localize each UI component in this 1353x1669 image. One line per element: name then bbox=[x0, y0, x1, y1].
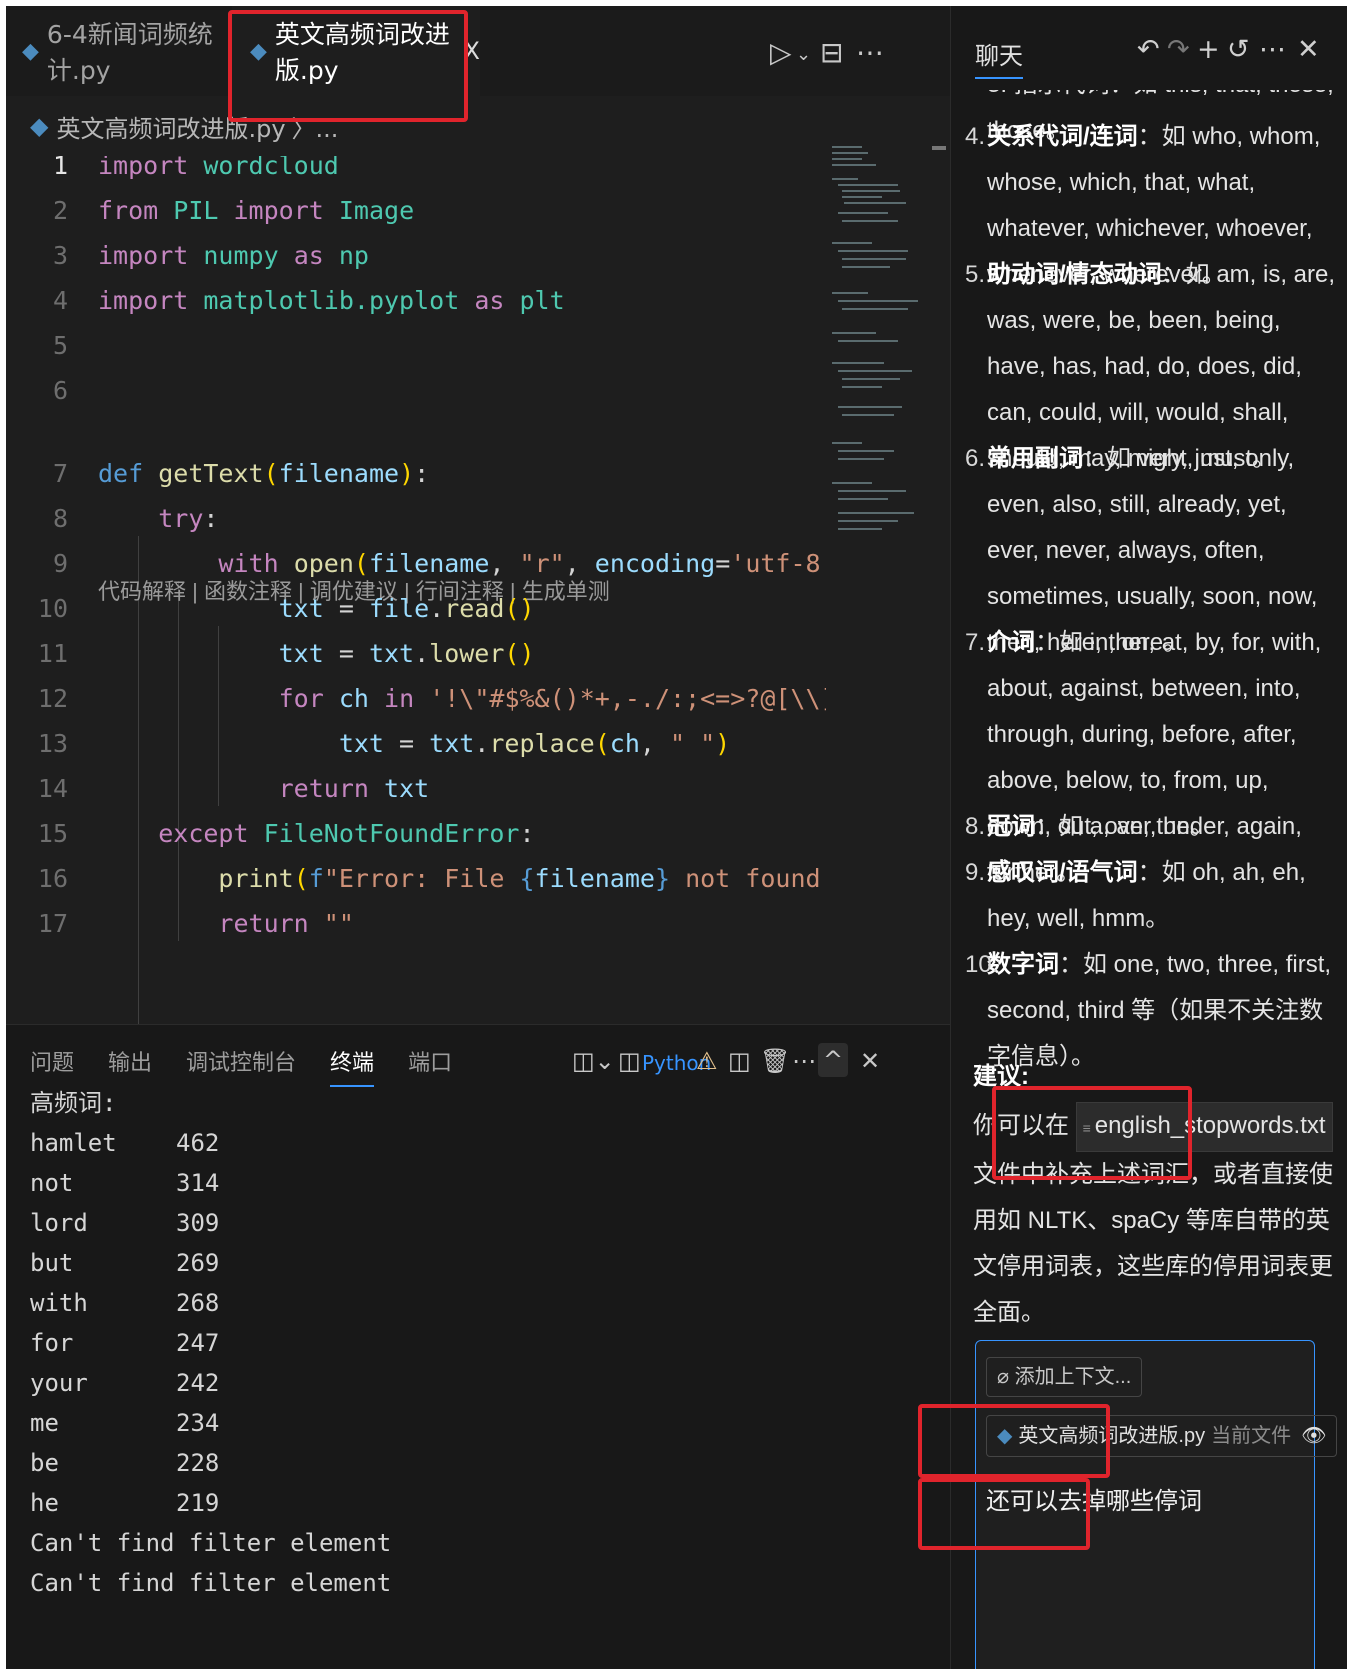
chevron-down-icon[interactable]: ⌄ bbox=[796, 44, 811, 65]
python-file-icon: ◆ bbox=[250, 38, 267, 64]
list-item: 10. 数字词：如 one, two, three, first, second,… bbox=[965, 951, 1332, 1070]
terminal-icon[interactable]: ◫ bbox=[618, 1047, 641, 1075]
more-actions-icon[interactable]: ⋯ bbox=[1259, 34, 1286, 65]
terminal-header: 高频词: bbox=[30, 1089, 117, 1117]
tab-news-wordfreq[interactable]: ◆ 6-4新闻词频统计.py bbox=[22, 6, 232, 96]
list-item: 9. 感叹词/语气词：如 oh, ah, eh, hey, well, hmm。 bbox=[965, 859, 1306, 932]
undo-icon[interactable]: ↶ bbox=[1137, 34, 1160, 65]
run-icon[interactable]: ▷ bbox=[770, 36, 792, 69]
chat-title[interactable]: 聊天 bbox=[975, 36, 1023, 79]
new-chat-icon[interactable]: + bbox=[1197, 34, 1220, 65]
split-terminal-icon[interactable]: ◫ bbox=[728, 1047, 751, 1075]
code-editor[interactable]: 1 import wordcloud 2 from PIL import Image… bbox=[6, 156, 826, 1024]
eye-icon[interactable]: 👁 bbox=[1301, 1425, 1326, 1447]
close-chat-icon[interactable]: ✕ bbox=[1297, 34, 1320, 65]
chat-input-text[interactable]: 还可以去掉哪些停词 bbox=[986, 1481, 1202, 1516]
maximize-panel-icon[interactable]: ^ bbox=[818, 1043, 848, 1077]
trash-icon[interactable]: 🗑 bbox=[760, 1047, 790, 1075]
tab-problems[interactable]: 问题 bbox=[30, 1045, 74, 1087]
more-actions-icon[interactable]: ⋯ bbox=[792, 1047, 816, 1075]
close-tab-icon[interactable]: X bbox=[464, 37, 480, 65]
split-editor-icon[interactable]: ⊟ bbox=[820, 36, 843, 69]
python-file-icon: ◆ bbox=[997, 1425, 1013, 1447]
current-file-chip[interactable]: ◆ 英文高频词改进版.py 当前文件 👁 bbox=[986, 1415, 1338, 1457]
terminal-error: Can't find filter element bbox=[30, 1529, 392, 1557]
new-terminal-icon[interactable]: ◫⌄ bbox=[572, 1047, 615, 1075]
file-reference-chip[interactable]: ≡ english_stopwords.txt bbox=[1075, 1102, 1333, 1152]
editor-area: ◆ 6-4新闻词频统计.py ◆ 英文高频词改进版.py X ▷ ⌄ ⊟ ⋯ ◆… bbox=[6, 6, 950, 1024]
tab-terminal[interactable]: 终端 bbox=[330, 1045, 375, 1087]
python-file-icon: ◆ bbox=[22, 38, 39, 64]
tab-english-highfreq[interactable]: ◆ 英文高频词改进版.py X bbox=[232, 6, 480, 96]
tab-ports[interactable]: 端口 bbox=[408, 1045, 452, 1087]
bottom-panel: 问题 输出 调试控制台 终端 端口 ◫⌄ ◫ Python ⚠ ◫ 🗑 ⋯ ^ … bbox=[6, 1024, 950, 1669]
editor-tab-bar: ◆ 6-4新闻词频统计.py ◆ 英文高频词改进版.py X ▷ ⌄ ⊟ ⋯ bbox=[6, 6, 950, 96]
redo-icon[interactable]: ↷ bbox=[1167, 34, 1190, 65]
tab-label: 英文高频词改进版.py bbox=[274, 20, 450, 85]
tab-debug-console[interactable]: 调试控制台 bbox=[186, 1045, 296, 1087]
breadcrumb: ◆ 英文高频词改进版.py 〉... bbox=[30, 106, 338, 146]
more-actions-icon[interactable]: ⋯ bbox=[856, 36, 884, 69]
tab-label: 6-4新闻词频统计.py bbox=[46, 20, 213, 85]
terminal-error: Can't find filter element bbox=[30, 1569, 392, 1597]
python-file-icon: ◆ bbox=[30, 112, 49, 140]
warning-icon[interactable]: ⚠ bbox=[696, 1047, 718, 1075]
attachment-icon: ⌀ bbox=[997, 1366, 1015, 1388]
vscode-window: ◆ 6-4新闻词频统计.py ◆ 英文高频词改进版.py X ▷ ⌄ ⊟ ⋯ ◆… bbox=[6, 6, 1347, 1669]
chat-header: 聊天 ↶ ↷ + ↺ ⋯ ✕ bbox=[951, 6, 1347, 90]
panel-tabs: 问题 输出 调试控制台 终端 端口 bbox=[30, 1045, 486, 1087]
add-context-button[interactable]: ⌀ 添加上下文... bbox=[986, 1357, 1143, 1397]
list-item: 8. 冠词：如 a, an, the。 bbox=[965, 813, 1214, 840]
history-icon[interactable]: ↺ bbox=[1227, 34, 1250, 65]
tab-output[interactable]: 输出 bbox=[108, 1045, 152, 1087]
suggestion-text: 你可以在 ≡ english_stopwords.txt 文件中补充上述词汇，或… bbox=[973, 1102, 1333, 1330]
breadcrumb-file[interactable]: 英文高频词改进版.py bbox=[56, 109, 285, 144]
breadcrumb-rest[interactable]: 〉... bbox=[292, 109, 339, 144]
close-panel-icon[interactable]: ✕ bbox=[860, 1047, 880, 1075]
chat-composer[interactable]: ⌀ 添加上下文... ◆ 英文高频词改进版.py 当前文件 👁 还可以去掉哪些停词 bbox=[975, 1340, 1338, 1669]
chat-sidebar: 聊天 ↶ ↷ + ↺ ⋯ ✕ 3. 指示代词：如 this, that, the… bbox=[950, 6, 1347, 1669]
suggestion-title: 建议: bbox=[973, 1063, 1029, 1090]
minimap[interactable] bbox=[832, 142, 930, 562]
chat-messages[interactable]: 3. 指示代词：如 this, that, these, those。 4.关系… bbox=[951, 90, 1347, 1330]
file-icon: ≡ bbox=[1082, 1120, 1095, 1136]
editor-scrollbar[interactable] bbox=[932, 146, 946, 150]
